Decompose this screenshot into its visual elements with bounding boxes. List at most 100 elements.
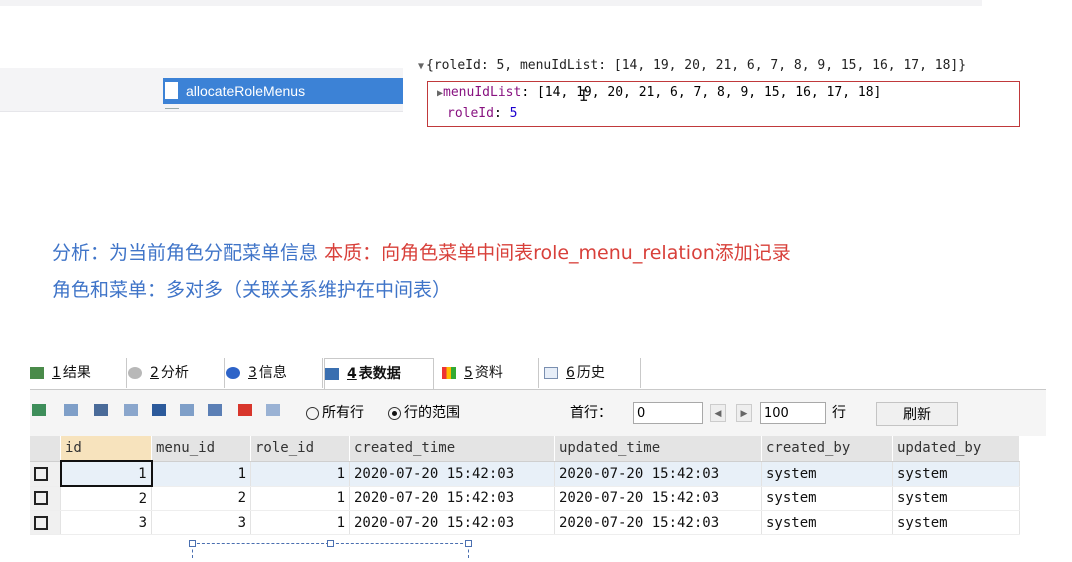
first-row-input[interactable]: 0 — [633, 402, 703, 424]
radio-all-rows[interactable]: 所有行 — [306, 402, 364, 422]
radio-selected-icon — [388, 406, 401, 420]
cell-updated-by[interactable]: system — [892, 461, 1020, 487]
table-data-grid: id menu_id role_id created_time updated_… — [30, 436, 1046, 535]
row-unit-label: 行 — [832, 405, 846, 421]
row-checkbox[interactable] — [30, 461, 61, 487]
tab-number: 3 — [248, 365, 257, 381]
first-row-label: 首行： — [570, 405, 612, 421]
relation-note: 角色和菜单：多对多（关联关系维护在中间表） — [52, 279, 452, 301]
tab-label: 分析 — [160, 365, 189, 381]
refresh-button[interactable]: 刷新 — [876, 402, 958, 426]
cell-created-time[interactable]: 2020-07-20 15:42:03 — [349, 510, 555, 535]
cell-created-by[interactable]: system — [761, 486, 893, 511]
table-row[interactable]: 1 1 1 2020-07-20 15:42:03 2020-07-20 15:… — [30, 460, 1020, 487]
expand-down-icon[interactable]: ▼ — [418, 61, 424, 72]
tab-number: 4 — [347, 366, 357, 382]
cell-updated-time[interactable]: 2020-07-20 15:42:03 — [554, 510, 762, 535]
reset-row-icon[interactable] — [124, 404, 138, 416]
radio-label: 所有行 — [322, 405, 364, 421]
delete-icon[interactable] — [238, 404, 252, 416]
analysis-text: 分析：为当前角色分配菜单信息 — [52, 242, 319, 264]
row-checkbox[interactable] — [30, 486, 61, 511]
tab-label: 结果 — [62, 365, 91, 381]
tab-result[interactable]: 1 结果 — [30, 358, 127, 388]
tab-number: 2 — [150, 365, 159, 381]
cell-menu-id[interactable]: 1 — [151, 461, 251, 487]
radio-row-range[interactable]: 行的范围 — [388, 402, 460, 422]
tab-label: 资料 — [474, 365, 503, 381]
cell-id[interactable]: 3 — [60, 510, 152, 535]
cell-created-time[interactable]: 2020-07-20 15:42:03 — [349, 486, 555, 511]
essence-text: 本质：向角色菜单中间表role_menu_relation添加记录 — [324, 242, 791, 264]
property-key: menuIdList — [443, 85, 522, 100]
resize-handle[interactable] — [189, 540, 196, 547]
property-key: roleId — [447, 106, 494, 121]
checkbox-icon — [34, 491, 48, 506]
row-count-input[interactable]: 100 — [760, 402, 826, 424]
method-label: allocateRoleMenus — [186, 83, 306, 99]
table-data-toolbar: 所有行 行的范围 首行： 0 ◀ ▶ 100 行 刷新 — [30, 390, 1046, 436]
cell-created-by[interactable]: system — [761, 461, 893, 487]
next-page-icon[interactable]: ▶ — [736, 404, 752, 422]
tab-table-data[interactable]: 4 表数据 — [324, 358, 434, 391]
text-cursor-icon: I — [579, 86, 589, 105]
tab-analysis[interactable]: 2 分析 — [128, 358, 225, 388]
tab-number: 1 — [52, 365, 61, 381]
info-icon — [226, 367, 240, 379]
top-strip — [0, 0, 982, 6]
radio-label: 行的范围 — [404, 405, 460, 421]
radio-circle-icon — [306, 406, 319, 420]
checkbox-icon — [34, 466, 48, 481]
cell-role-id[interactable]: 1 — [250, 461, 350, 487]
duplicate-row-icon[interactable] — [94, 404, 108, 416]
object-summary: {roleId: 5, menuIdList: [14, 19, 20, 21,… — [426, 58, 967, 73]
panel-divider — [0, 111, 403, 112]
resize-handle[interactable] — [327, 540, 334, 547]
export-icon[interactable] — [180, 404, 194, 416]
column-header-created-by[interactable]: created_by — [761, 436, 893, 462]
cell-created-by[interactable]: system — [761, 510, 893, 535]
cell-id[interactable]: 1 — [59, 460, 153, 487]
save-row-icon[interactable] — [64, 404, 78, 416]
column-header-updated-by[interactable]: updated_by — [892, 436, 1020, 462]
save-icon[interactable] — [208, 404, 222, 416]
result-tabs: 1 结果 2 分析 3 信息 4 表数据 5 资料 6 历史 — [30, 358, 1046, 391]
column-header-updated-time[interactable]: updated_time — [554, 436, 762, 462]
tab-label: 信息 — [258, 365, 287, 381]
list-item-marker — [165, 108, 179, 112]
cell-updated-time[interactable]: 2020-07-20 15:42:03 — [554, 461, 762, 487]
cell-id[interactable]: 2 — [60, 486, 152, 511]
table-row[interactable]: 3 3 1 2020-07-20 15:42:03 2020-07-20 15:… — [30, 510, 1020, 535]
tab-history[interactable]: 6 历史 — [544, 358, 641, 388]
cell-updated-time[interactable]: 2020-07-20 15:42:03 — [554, 486, 762, 511]
cancel-changes-icon[interactable] — [266, 404, 280, 416]
tab-info[interactable]: 3 信息 — [226, 358, 323, 388]
tab-number: 6 — [566, 365, 575, 381]
method-icon — [165, 82, 178, 99]
cell-menu-id[interactable]: 2 — [151, 486, 251, 511]
cell-created-time[interactable]: 2020-07-20 15:42:03 — [349, 461, 555, 487]
cell-menu-id[interactable]: 3 — [151, 510, 251, 535]
method-list-item-selected[interactable]: allocateRoleMenus — [163, 78, 403, 104]
row-checkbox[interactable] — [30, 510, 61, 535]
resize-handle[interactable] — [465, 540, 472, 547]
analysis-note: 分析：为当前角色分配菜单信息 本质：向角色菜单中间表role_menu_rela… — [52, 238, 791, 265]
column-header-created-time[interactable]: created_time — [349, 436, 555, 462]
column-header-role-id[interactable]: role_id — [250, 436, 350, 462]
column-header-menu-id[interactable]: menu_id — [151, 436, 251, 462]
grid-header-row: id menu_id role_id created_time updated_… — [30, 436, 1020, 462]
column-header-id[interactable]: id — [60, 436, 152, 462]
tab-number: 5 — [464, 365, 473, 381]
cell-updated-by[interactable]: system — [892, 486, 1020, 511]
tab-data[interactable]: 5 资料 — [442, 358, 539, 388]
cell-updated-by[interactable]: system — [892, 510, 1020, 535]
insert-row-icon[interactable] — [32, 404, 46, 416]
prev-page-icon[interactable]: ◀ — [710, 404, 726, 422]
filter-icon[interactable] — [152, 404, 166, 416]
object-summary-line[interactable]: ▼ {roleId: 5, menuIdList: [14, 19, 20, 21… — [418, 58, 966, 73]
menuidlist-property[interactable]: ▶menuIdList: [14, 19, 20, 21, 6, 7, 8, 9… — [437, 85, 881, 100]
cell-role-id[interactable]: 1 — [250, 486, 350, 511]
tab-label: 表数据 — [358, 366, 401, 382]
table-row[interactable]: 2 2 1 2020-07-20 15:42:03 2020-07-20 15:… — [30, 486, 1020, 511]
cell-role-id[interactable]: 1 — [250, 510, 350, 535]
